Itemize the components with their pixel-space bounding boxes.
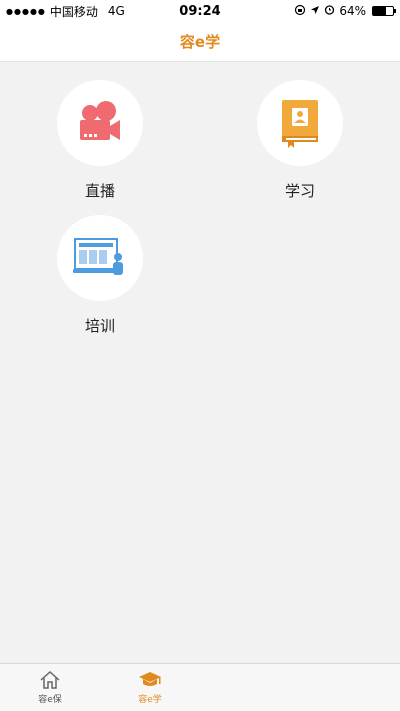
study-icon-circle[interactable]: [257, 80, 343, 166]
nav-bar: 容e学: [0, 22, 400, 62]
graduation-cap-icon: [139, 672, 161, 686]
status-left: ●●●●● 中国移动 4G: [6, 3, 294, 20]
grid-item-study[interactable]: 学习: [240, 80, 360, 210]
video-camera-icon: [80, 101, 120, 140]
carrier-name: 中国移动: [49, 4, 98, 19]
grid-label-training: 培训: [84, 317, 115, 335]
training-screen-icon: [73, 238, 123, 275]
signal-strength-icon: ●●●●●: [6, 6, 46, 16]
home-icon: [40, 670, 60, 689]
status-right: 64%: [294, 4, 396, 19]
tab-label-rong-e-xue: 容e学: [138, 695, 162, 705]
battery-level-fill: [373, 7, 386, 15]
status-bar: ●●●●● 中国移动 4G 09:24 64%: [0, 0, 400, 22]
alarm-icon: [324, 4, 335, 18]
grid-item-training[interactable]: 培训: [40, 215, 160, 345]
battery-percent: 64%: [339, 4, 366, 18]
tab-rong-e-xue[interactable]: 容e学: [100, 664, 200, 711]
page-title: 容e学: [179, 33, 221, 51]
rotation-lock-icon: [294, 4, 306, 19]
battery-icon: [372, 6, 396, 16]
grid-label-study: 学习: [284, 182, 315, 200]
location-arrow-icon: [310, 4, 320, 18]
grid-item-live[interactable]: 直播: [40, 80, 160, 210]
grid-label-live: 直播: [84, 182, 115, 200]
tab-rong-e-bao[interactable]: 容e保: [0, 664, 100, 711]
live-icon-circle[interactable]: [57, 80, 143, 166]
training-icon-circle[interactable]: [57, 215, 143, 301]
book-icon: [282, 100, 318, 148]
tab-label-rong-e-bao: 容e保: [38, 695, 62, 705]
network-type: 4G: [107, 4, 125, 18]
tab-bar: 容e保 容e学: [0, 663, 400, 711]
